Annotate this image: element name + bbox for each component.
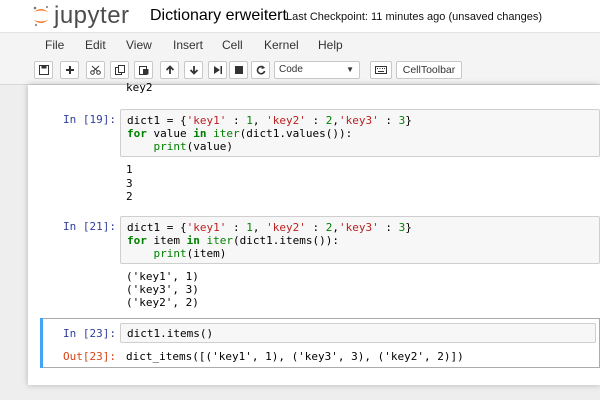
cell-23-code: dict1.items() (127, 327, 214, 340)
cell-23-out-prompt: Out[23]: (63, 350, 116, 363)
save-icon (38, 65, 49, 75)
jupyter-logo[interactable]: jupyter (32, 2, 130, 30)
celltoolbar-button[interactable]: CellToolbar (396, 61, 462, 79)
toolbar: Code ▼ CellToolbar (0, 58, 600, 85)
paste-button[interactable] (134, 61, 153, 79)
save-button[interactable] (34, 61, 53, 79)
cell-19-output-3: 2 (126, 190, 133, 203)
stop-icon (234, 66, 243, 74)
cell-23-output: dict_items([('key1', 1), ('key3', 3), ('… (126, 350, 464, 363)
selected-cell-indicator (40, 318, 43, 368)
cell-19-input[interactable]: dict1 = {'key1' : 1, 'key2' : 2,'key3' :… (120, 109, 600, 157)
move-up-button[interactable] (160, 61, 179, 79)
refresh-icon (256, 65, 265, 75)
cell-19-output-1: 1 (126, 163, 133, 176)
logo-text: jupyter (54, 2, 130, 29)
caret-down-icon: ▼ (346, 65, 354, 74)
paste-icon (138, 66, 148, 75)
run-button[interactable] (208, 61, 227, 79)
command-palette-button[interactable] (370, 61, 392, 79)
menu-view[interactable]: View (126, 38, 152, 52)
cell-19-line-2: for value in iter(dict1.values()): (127, 127, 353, 140)
checkpoint-status: Last Checkpoint: 11 minutes ago (unsaved… (286, 11, 543, 23)
previous-output: key2 (126, 81, 153, 94)
cell-19-prompt: In [19]: (63, 113, 116, 126)
menu-file[interactable]: File (45, 38, 64, 52)
restart-button[interactable] (251, 61, 270, 79)
cell-19-line-3: print(value) (153, 140, 233, 153)
scissors-icon (90, 65, 101, 75)
cell-type-value: Code (279, 64, 303, 75)
move-down-button[interactable] (184, 61, 203, 79)
cell-19-output-2: 3 (126, 177, 133, 190)
cell-23-prompt: In [23]: (63, 327, 116, 340)
cell-21-line-3: print(item) (153, 247, 227, 260)
notebook-title[interactable]: Dictionary erweitert (150, 7, 287, 25)
cell-type-select[interactable]: Code ▼ (274, 61, 360, 79)
interrupt-button[interactable] (229, 61, 248, 79)
menubar: File Edit View Insert Cell Kernel Help (0, 32, 600, 58)
jupyter-logo-icon (33, 6, 48, 27)
cell-21-output-3: ('key2', 2) (126, 296, 199, 309)
notebook-container: key2 In [19]: dict1 = {'key1' : 1, 'key2… (28, 81, 600, 385)
menu-kernel[interactable]: Kernel (264, 38, 299, 52)
copy-button[interactable] (110, 61, 129, 79)
menu-edit[interactable]: Edit (85, 38, 106, 52)
cell-21-input[interactable]: dict1 = {'key1' : 1, 'key2' : 2,'key3' :… (120, 216, 600, 264)
step-forward-icon (213, 66, 222, 74)
cell-21-line-1: dict1 = {'key1' : 1, 'key2' : 2,'key3' :… (127, 221, 412, 234)
menu-insert[interactable]: Insert (173, 38, 203, 52)
arrow-up-icon (165, 65, 174, 74)
plus-icon (65, 66, 74, 74)
cell-21-output-2: ('key3', 3) (126, 283, 199, 296)
cell-21-output-1: ('key1', 1) (126, 270, 199, 283)
cut-button[interactable] (86, 61, 105, 79)
menu-help[interactable]: Help (318, 38, 343, 52)
header: jupyter Dictionary erweitert Last Checkp… (0, 0, 600, 32)
keyboard-icon (375, 66, 387, 74)
cell-23-input[interactable]: dict1.items() (120, 323, 596, 343)
menu-cell[interactable]: Cell (222, 38, 243, 52)
cell-23-line-1: dict1.items() (127, 327, 213, 340)
insert-cell-button[interactable] (60, 61, 79, 79)
arrow-down-icon (189, 66, 198, 75)
cell-19-line-1: dict1 = {'key1' : 1, 'key2' : 2,'key3' :… (127, 114, 412, 127)
cell-21-prompt: In [21]: (63, 220, 116, 233)
cell-21-line-2: for item in iter(dict1.items()): (127, 234, 339, 247)
copy-icon (114, 65, 125, 75)
